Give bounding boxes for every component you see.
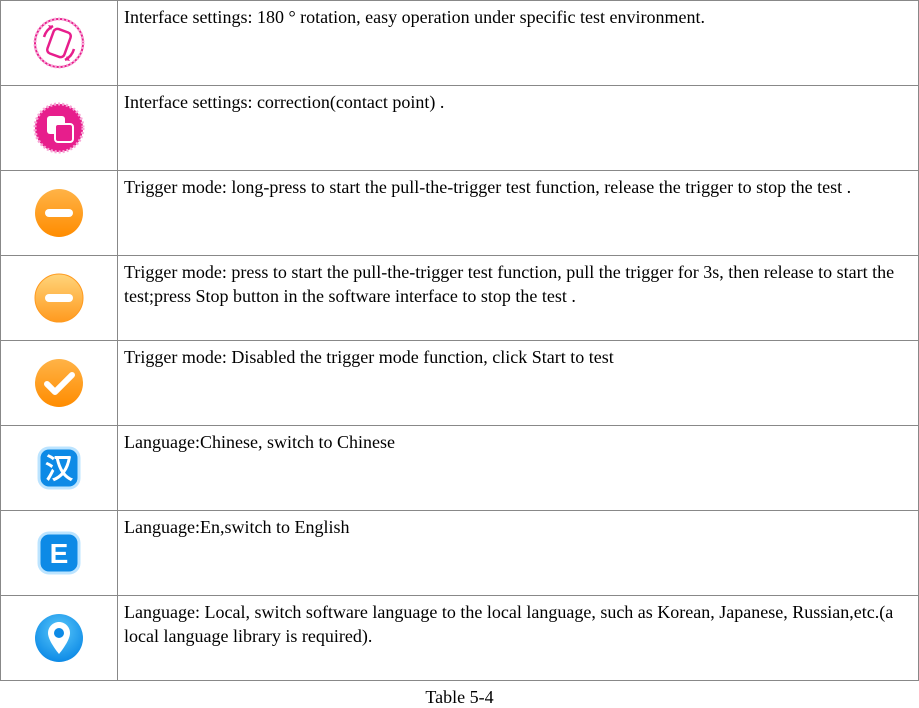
table-row: Interface settings: correction(contact p… [1, 86, 919, 171]
table-row: Trigger mode: press to start the pull-th… [1, 256, 919, 341]
description-cell: Interface settings: 180 ° rotation, easy… [118, 1, 919, 86]
description-cell: Interface settings: correction(contact p… [118, 86, 919, 171]
trigger-press-icon [9, 272, 109, 324]
lang-local-icon [9, 612, 109, 664]
description-cell: Language: Local, switch software languag… [118, 596, 919, 681]
description-cell: Language:Chinese, switch to Chinese [118, 426, 919, 511]
description-cell: Trigger mode: Disabled the trigger mode … [118, 341, 919, 426]
table-row: Trigger mode: long-press to start the pu… [1, 171, 919, 256]
icon-cell [1, 341, 118, 426]
icon-cell [1, 171, 118, 256]
settings-table-body: Interface settings: 180 ° rotation, easy… [1, 1, 919, 681]
icon-cell [1, 596, 118, 681]
description-cell: Language:En,switch to English [118, 511, 919, 596]
icon-cell: 汉 [1, 426, 118, 511]
icon-cell [1, 256, 118, 341]
icon-cell: E [1, 511, 118, 596]
table-row: Language: Local, switch software languag… [1, 596, 919, 681]
table-row: Trigger mode: Disabled the trigger mode … [1, 341, 919, 426]
lang-chinese-icon: 汉 [9, 442, 109, 494]
description-cell: Trigger mode: press to start the pull-th… [118, 256, 919, 341]
settings-table: Interface settings: 180 ° rotation, easy… [0, 0, 919, 681]
lang-english-icon: E [9, 527, 109, 579]
trigger-disabled-icon [9, 357, 109, 409]
svg-text:E: E [50, 538, 69, 569]
icon-cell [1, 86, 118, 171]
table-row: Interface settings: 180 ° rotation, easy… [1, 1, 919, 86]
table-caption: Table 5-4 [0, 681, 919, 708]
rotate-icon [9, 17, 109, 69]
table-row: 汉 Language:Chinese, switch to Chinese [1, 426, 919, 511]
correction-icon [9, 102, 109, 154]
table-row: E Language:En,switch to English [1, 511, 919, 596]
svg-text:汉: 汉 [45, 453, 74, 484]
description-cell: Trigger mode: long-press to start the pu… [118, 171, 919, 256]
trigger-longpress-icon [9, 187, 109, 239]
icon-cell [1, 1, 118, 86]
